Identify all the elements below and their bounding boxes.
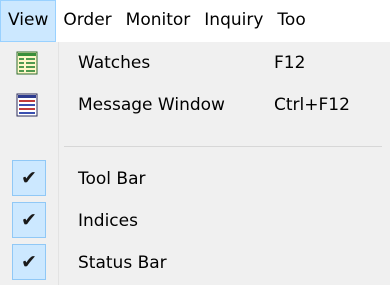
menu-item-label: Tool Bar <box>78 169 146 189</box>
menu-item-tool-bar[interactable]: ✔ Tool Bar <box>0 158 390 200</box>
view-menu-dropdown: Watches F12 Message Window Ctrl+F12 ✔ To… <box>0 42 390 285</box>
checkmark-icon: ✔ <box>12 244 46 280</box>
menu-item-label: Indices <box>78 211 138 231</box>
menu-item-label: Watches <box>78 53 151 73</box>
menu-inquiry[interactable]: Inquiry <box>197 0 270 42</box>
menu-item-label: Status Bar <box>78 253 167 273</box>
menu-separator <box>64 146 382 147</box>
menu-item-watches[interactable]: Watches F12 <box>0 42 390 84</box>
menu-view[interactable]: View <box>0 0 57 42</box>
checkmark-icon: ✔ <box>12 160 46 196</box>
menu-item-shortcut: F12 <box>274 53 306 73</box>
watches-grid-icon <box>12 48 42 78</box>
menu-item-indices[interactable]: ✔ Indices <box>0 200 390 242</box>
menu-monitor[interactable]: Monitor <box>119 0 198 42</box>
checkmark-icon: ✔ <box>12 202 46 238</box>
menu-order[interactable]: Order <box>56 0 118 42</box>
menu-item-shortcut: Ctrl+F12 <box>274 95 350 115</box>
menu-item-label: Message Window <box>78 95 225 115</box>
message-window-icon <box>12 90 42 120</box>
menu-bar: View Order Monitor Inquiry Too <box>0 0 390 42</box>
menu-item-message-window[interactable]: Message Window Ctrl+F12 <box>0 84 390 126</box>
menu-tools[interactable]: Too <box>270 0 312 42</box>
menu-item-status-bar[interactable]: ✔ Status Bar <box>0 242 390 284</box>
